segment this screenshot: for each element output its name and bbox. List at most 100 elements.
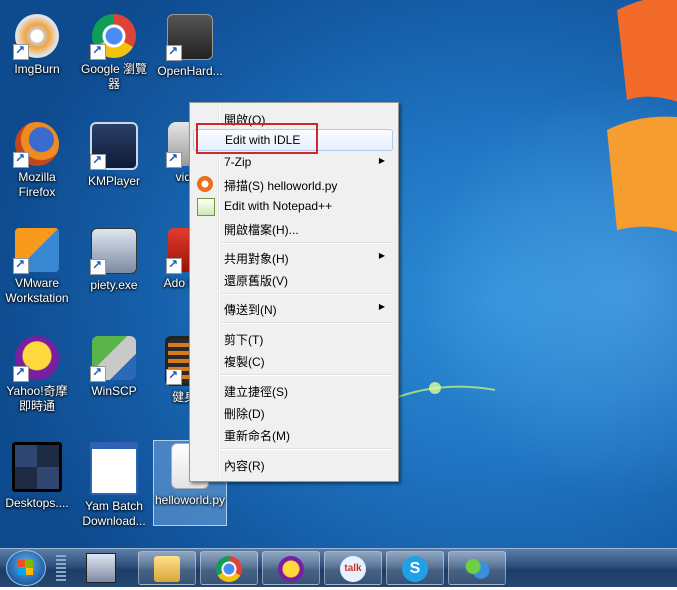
desktop-icon-winscp[interactable]: WinSCP [79, 336, 149, 399]
putty-quicklaunch-icon[interactable] [86, 553, 116, 583]
menu-item-label: Edit with Notepad++ [224, 199, 333, 213]
desktop-icon-yahoo-messenger[interactable]: Yahoo!奇摩即時通 [2, 336, 72, 414]
shortcut-arrow-icon [13, 257, 29, 274]
desktop-icon-google-chrome[interactable]: Google 瀏覽器 [79, 14, 149, 92]
shortcut-arrow-icon [166, 257, 182, 274]
windows-flag-wallpaper [607, 0, 677, 232]
menu-item-rename[interactable]: 重新命名(M) [193, 423, 393, 445]
desktop-icon-label: Desktops.... [5, 496, 69, 510]
menu-item-label: 重新命名(M) [224, 429, 290, 443]
desktop-icon-yam-batch[interactable]: Yam Batch Download... [79, 442, 149, 529]
desktop-icon-label: helloworld.py [154, 493, 226, 507]
vmware-icon [13, 228, 59, 274]
menu-item-restore-previous[interactable]: 還原舊版(V) [193, 268, 393, 290]
menu-item-label: 開啟檔案(H)... [224, 223, 299, 237]
desktop-icon-label: OpenHard... [157, 64, 223, 78]
menu-item-create-shortcut[interactable]: 建立捷徑(S) [193, 379, 393, 401]
submenu-arrow-icon: ▶ [378, 251, 385, 260]
yahoo-messenger-icon [278, 556, 304, 582]
shortcut-arrow-icon [90, 153, 106, 170]
menu-item-label: 7-Zip [224, 155, 252, 169]
menu-separator [221, 448, 393, 450]
desktop-icon-label: Google 瀏覽器 [80, 62, 148, 91]
menu-item-delete[interactable]: 刪除(D) [193, 401, 393, 423]
start-button[interactable] [6, 550, 46, 586]
taskbar: talk S [0, 548, 677, 587]
google-talk-icon: talk [340, 556, 366, 582]
highlight-box [196, 123, 318, 154]
desktop-icon-label: KMPlayer [87, 174, 140, 188]
shortcut-arrow-icon [13, 151, 29, 168]
desktop-icon-openhardware[interactable]: OpenHard... [155, 14, 225, 79]
desktop-icon-label: VMware Workstation [5, 276, 69, 305]
context-menu: 開啟(O) Edit with IDLE 7-Zip ▶ 掃描(S) hello… [189, 102, 399, 482]
shortcut-arrow-icon [13, 365, 29, 382]
shortcut-arrow-icon [90, 258, 106, 275]
menu-item-send-to[interactable]: 傳送到(N) ▶ [193, 297, 393, 319]
desktop-icon-vmware[interactable]: VMware Workstation [2, 228, 72, 306]
submenu-arrow-icon: ▶ [378, 302, 385, 311]
menu-item-share-with[interactable]: 共用對象(H) ▶ [193, 246, 393, 268]
menu-item-open-file[interactable]: 開啟檔案(H)... [193, 217, 393, 239]
windows-explorer-icon [154, 556, 180, 582]
firefox-icon [13, 122, 59, 168]
menu-item-edit-notepadpp[interactable]: Edit with Notepad++ [193, 195, 393, 217]
desktop-icon-piety[interactable]: piety.exe [79, 228, 149, 293]
desktop-icon-label: ImgBurn [14, 62, 60, 76]
desktops-grid-icon [12, 442, 62, 492]
quicklaunch-grip [56, 555, 66, 581]
chrome-icon [216, 556, 242, 582]
winscp-icon [90, 336, 136, 382]
shortcut-arrow-icon [166, 368, 182, 385]
notepadpp-icon [197, 198, 215, 216]
chrome-icon [90, 14, 136, 60]
skype-icon: S [402, 556, 428, 582]
imgburn-icon [13, 14, 59, 60]
menu-item-label: 刪除(D) [224, 407, 265, 421]
menu-item-cut[interactable]: 剪下(T) [193, 327, 393, 349]
desktop-icon-kmplayer[interactable]: KMPlayer [79, 122, 149, 189]
menu-separator [221, 293, 393, 295]
taskbar-button-msn[interactable] [448, 551, 506, 585]
desktop-icon-label: Yam Batch Download... [82, 499, 146, 528]
menu-item-copy[interactable]: 複製(C) [193, 349, 393, 371]
antivirus-icon [197, 176, 213, 192]
desktop-icon-label: WinSCP [91, 384, 137, 398]
desktop-icon-imgburn[interactable]: ImgBurn [2, 14, 72, 77]
shortcut-arrow-icon [166, 151, 182, 168]
desktop-icon-label: Yahoo!奇摩即時通 [6, 384, 68, 413]
menu-item-label: 共用對象(H) [224, 252, 289, 266]
taskbar-button-skype[interactable]: S [386, 551, 444, 585]
menu-item-label: 內容(R) [224, 459, 265, 473]
menu-item-label: 剪下(T) [224, 333, 264, 347]
windows-logo-icon [18, 560, 33, 575]
desktop[interactable]: ImgBurn Google 瀏覽器 OpenHard... Mozilla F… [0, 0, 677, 548]
menu-separator [221, 242, 393, 244]
menu-item-label: 建立捷徑(S) [224, 385, 288, 399]
taskbar-button-chrome[interactable] [200, 551, 258, 585]
desktop-icon-firefox[interactable]: Mozilla Firefox [2, 122, 72, 200]
menu-item-properties[interactable]: 內容(R) [193, 453, 393, 475]
desktop-icon-label: piety.exe [90, 278, 138, 292]
yahoo-messenger-icon [13, 336, 59, 382]
menu-item-label: 複製(C) [224, 355, 265, 369]
taskbar-button-yahoo[interactable] [262, 551, 320, 585]
taskbar-button-explorer[interactable] [138, 551, 196, 585]
desktop-icon-label: Mozilla Firefox [18, 170, 56, 199]
shortcut-arrow-icon [166, 44, 182, 61]
submenu-arrow-icon: ▶ [378, 156, 385, 165]
menu-separator [221, 374, 393, 376]
menu-item-scan[interactable]: 掃描(S) helloworld.py [193, 173, 393, 195]
shortcut-arrow-icon [13, 43, 29, 60]
kmplayer-icon [90, 122, 138, 170]
openhardware-icon [166, 14, 213, 61]
menu-item-7zip[interactable]: 7-Zip ▶ [193, 151, 393, 173]
desktop-icon-desktops[interactable]: Desktops.... [2, 442, 72, 511]
menu-item-label: 傳送到(N) [224, 303, 277, 317]
application-window-icon [90, 442, 138, 495]
menu-separator [221, 322, 393, 324]
shortcut-arrow-icon [90, 43, 106, 60]
taskbar-button-google-talk[interactable]: talk [324, 551, 382, 585]
menu-item-label: 還原舊版(V) [224, 274, 288, 288]
putty-icon [90, 228, 137, 275]
